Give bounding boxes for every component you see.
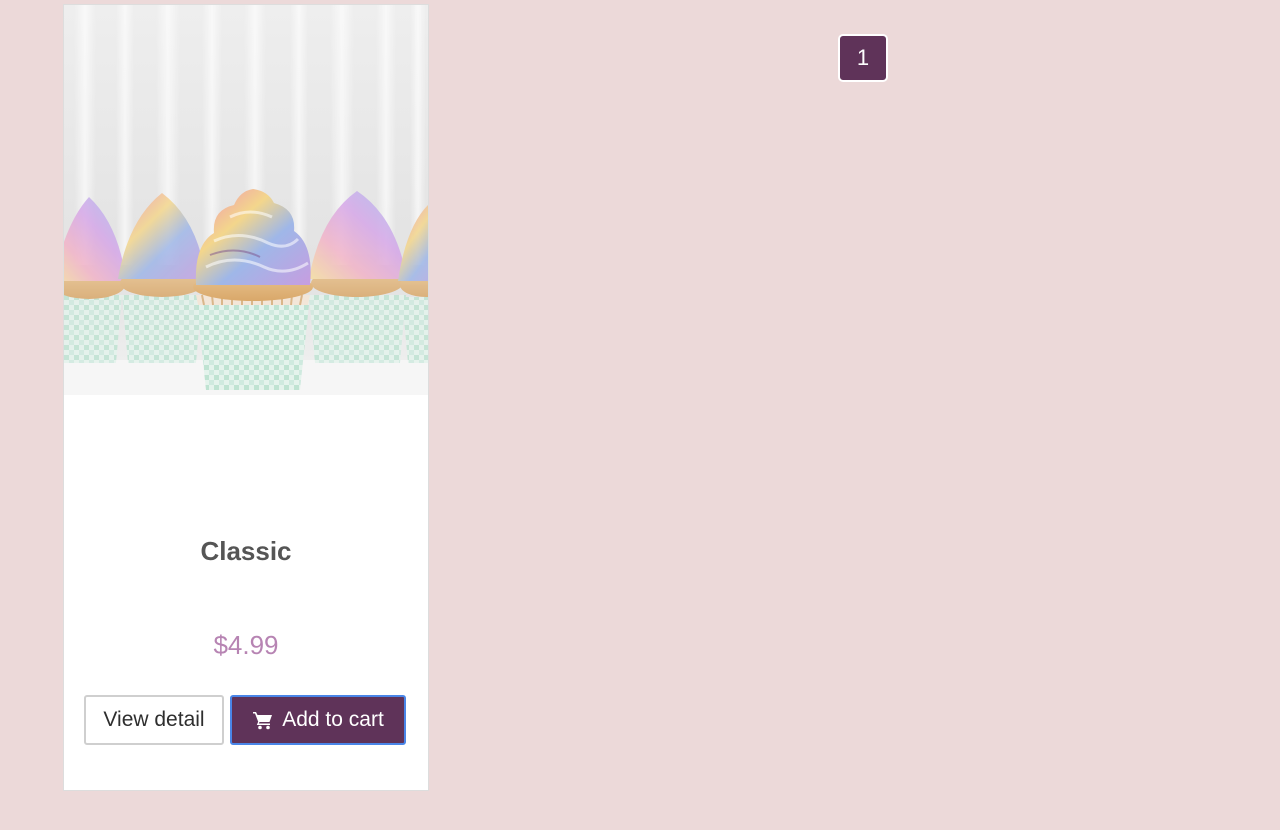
view-detail-label: View detail — [103, 708, 205, 731]
add-to-cart-button[interactable]: Add to cart — [230, 695, 406, 745]
product-price: $4.99 — [213, 630, 279, 660]
pagination-page-1[interactable]: 1 — [838, 34, 888, 82]
page-number: 1 — [856, 45, 870, 70]
product-name[interactable]: Classic — [64, 533, 428, 569]
shopping-cart-icon — [253, 712, 273, 730]
add-to-cart-label: Add to cart — [282, 708, 384, 731]
product-card: Classic $4.99 View detail Add to cart — [63, 4, 429, 791]
view-detail-button[interactable]: View detail — [84, 695, 224, 745]
product-image[interactable] — [64, 5, 428, 395]
